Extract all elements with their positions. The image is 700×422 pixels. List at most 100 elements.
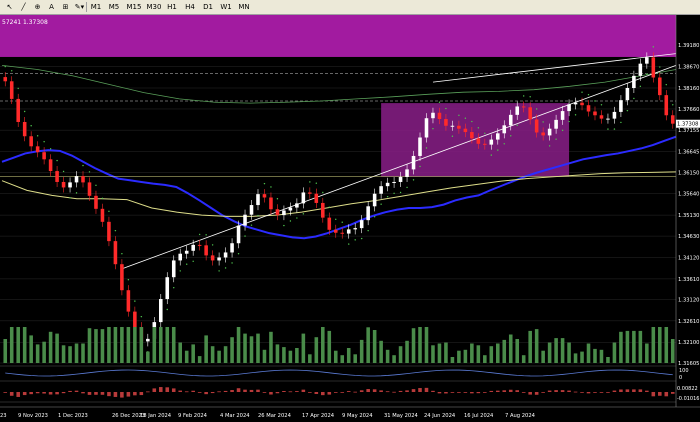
candle-body	[282, 210, 286, 216]
macd-bar	[288, 391, 293, 393]
sar-dot	[205, 234, 207, 236]
macd-bar	[55, 392, 59, 395]
macd-bar	[204, 392, 208, 395]
volume-bar	[450, 357, 455, 363]
volume-bar	[191, 344, 195, 363]
crosshair-icon[interactable]: ⊕	[31, 0, 44, 14]
osc1-tick: 0	[679, 375, 682, 381]
candle-body	[612, 111, 617, 119]
timeframe-d1-button[interactable]: D1	[202, 0, 214, 14]
candle-body	[489, 139, 494, 145]
macd-bar	[295, 391, 299, 392]
candle-body	[508, 114, 513, 126]
timeframe-mn-button[interactable]: MN	[238, 0, 250, 14]
macd-bar	[81, 392, 85, 394]
sar-dot	[328, 206, 330, 208]
sar-dot	[108, 210, 110, 213]
sar-dot	[607, 128, 609, 130]
candle-body	[664, 95, 669, 116]
candle-body	[645, 57, 649, 64]
volume-bar	[437, 343, 442, 363]
timeframe-h1-button[interactable]: H1	[166, 0, 178, 14]
candle-body	[217, 257, 221, 261]
volume-bar	[379, 340, 383, 363]
sar-dot	[633, 97, 635, 100]
volume-bar	[152, 327, 157, 363]
sar-dot	[555, 138, 557, 140]
macd-bar	[476, 392, 481, 394]
macd-bar	[133, 392, 137, 396]
candle-body	[29, 136, 33, 147]
candle-body	[55, 171, 59, 182]
price-tick-label: 1.37660	[678, 107, 699, 113]
sar-dot	[283, 224, 285, 227]
sar-dot	[510, 135, 512, 137]
volume-bar	[353, 354, 357, 363]
volume-bar	[418, 327, 422, 363]
label-icon[interactable]: ⊞	[59, 0, 72, 14]
cursor-icon[interactable]: ↖	[3, 0, 16, 14]
macd-bar	[353, 391, 357, 393]
sar-dot	[322, 191, 324, 194]
timeframe-w1-button[interactable]: W1	[220, 0, 232, 14]
timeframe-m15-button[interactable]: M15	[126, 0, 142, 14]
date-tick-label: 26 Mar 2024	[258, 413, 292, 419]
volume-bar	[405, 340, 409, 363]
sar-dot	[276, 198, 279, 200]
candle-body	[333, 229, 338, 233]
volume-bar	[204, 335, 208, 363]
timeframe-m30-button[interactable]: M30	[146, 0, 162, 14]
macd-bar	[158, 387, 163, 392]
macd-bar	[489, 390, 494, 392]
volume-bar	[625, 330, 630, 363]
candle-body	[457, 125, 461, 129]
volume-bar	[210, 346, 215, 363]
candle-body	[178, 253, 183, 261]
trendline-icon[interactable]: ╱	[17, 0, 30, 14]
text-tool-icon[interactable]: A	[45, 0, 58, 14]
volume-bar	[139, 327, 144, 363]
volume-bar	[619, 331, 623, 363]
shapes-dropdown-icon[interactable]: ✎▾	[73, 0, 86, 14]
volume-bar	[431, 345, 435, 363]
resistance-zone	[0, 15, 676, 57]
volume-bar	[398, 346, 403, 363]
volume-bar	[68, 346, 72, 363]
timeframe-h4-button[interactable]: H4	[184, 0, 196, 14]
macd-bar	[16, 392, 20, 397]
macd-bar	[223, 390, 228, 392]
volume-bar	[495, 343, 500, 363]
sar-dot	[587, 94, 590, 96]
volume-bar	[3, 339, 8, 363]
macd-bar	[249, 389, 254, 392]
timeframe-m1-button[interactable]: M1	[90, 0, 102, 14]
sar-dot	[250, 224, 253, 226]
volume-bar	[632, 330, 636, 363]
macd-bar	[178, 390, 183, 392]
candle-body	[495, 133, 500, 140]
candle-body	[651, 57, 656, 78]
sar-dot	[542, 121, 544, 123]
sar-dot	[211, 244, 214, 246]
price-tick-label: 1.34120	[678, 255, 699, 261]
candle-body	[165, 277, 170, 300]
candle-body	[431, 112, 435, 119]
candle-body	[476, 138, 481, 144]
sar-dot	[11, 70, 13, 72]
candle-body	[470, 132, 474, 139]
macd-bar	[275, 392, 280, 394]
macd-bar	[42, 392, 46, 394]
candle-body	[113, 241, 118, 265]
volume-bar	[554, 338, 558, 363]
macd-bar	[340, 392, 345, 393]
volume-bar	[327, 330, 332, 363]
sar-dot	[639, 85, 642, 88]
macd-bar	[314, 392, 319, 394]
macd-bar	[560, 390, 565, 392]
candle-body	[9, 81, 14, 99]
candle-body	[547, 128, 552, 136]
macd-bar	[573, 391, 578, 393]
timeframe-m5-button[interactable]: M5	[108, 0, 120, 14]
macd-bar	[599, 392, 604, 393]
date-tick-label: 7 Aug 2024	[505, 413, 536, 419]
